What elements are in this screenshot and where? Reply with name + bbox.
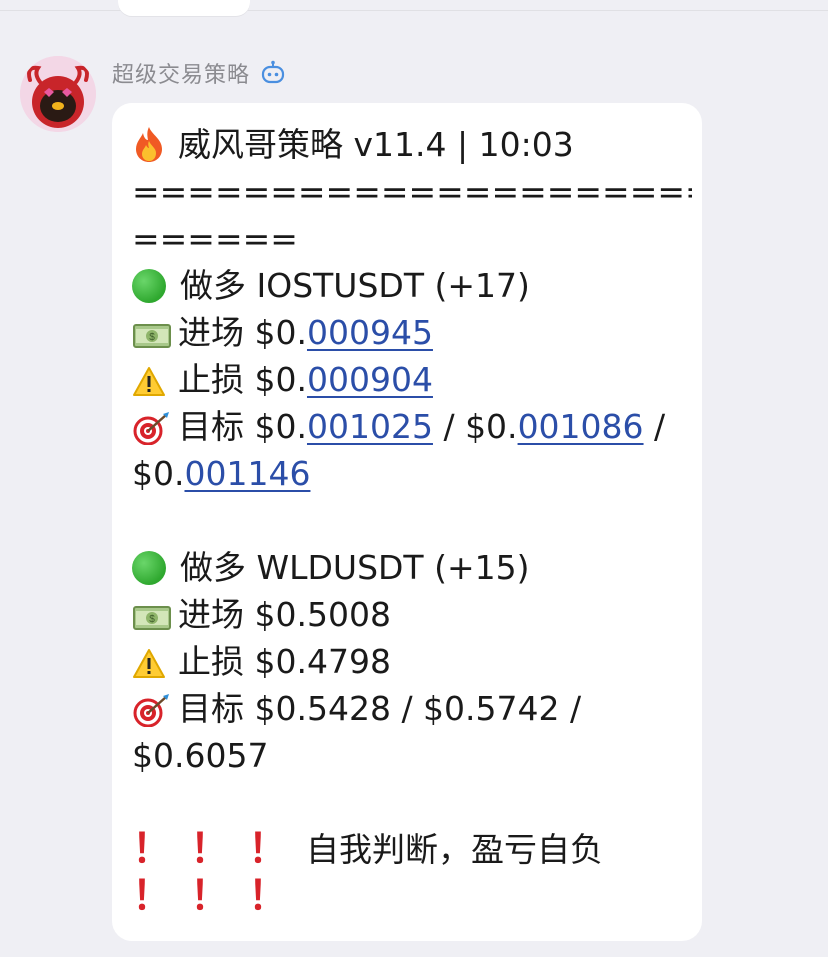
signal2-stop-text: 止损 $0.4798 [178,642,391,681]
green-circle-icon [132,268,166,303]
message-title-line: 威风哥策略 v11.4 | 10:03 [132,121,692,168]
signal1-target-cont: $0. 001146 [132,450,692,497]
disclaimer-line: ！ ！ ！ 自我判断，盈亏自负 [132,826,692,873]
signal1-target-label: 目标 $0. [178,407,307,446]
warning-icon [132,645,172,679]
fire-icon [132,126,172,162]
signal1-target3-link[interactable]: 001146 [184,450,310,497]
avatar[interactable] [20,56,96,132]
signal2-target-cont: $0.6057 [132,732,692,779]
disclaimer-text: 自我判断，盈亏自负 [306,830,603,869]
bot-icon [260,60,286,86]
target-icon [132,692,172,727]
signal1-header-text: 做多 IOSTUSDT (+17) [180,266,530,305]
signal1-target-sep1: / $0. [432,407,518,446]
signal1-stop: 止损 $0. 000904 [132,356,692,403]
signal1-target2-link[interactable]: 001086 [518,403,644,450]
sender-name[interactable]: 超级交易策略 [112,57,250,89]
red-exclamation-icon: ！ [132,873,172,919]
red-exclamation-icon: ！ [190,826,230,872]
red-exclamation-icon: ！ [248,826,288,872]
signal1-entry-label: 进场 $0. [178,313,307,352]
signal2-target-text: 目标 $0.5428 / $0.5742 / [178,689,582,728]
signal1-entry-link[interactable]: 000945 [307,309,433,356]
strategy-title: 威风哥策略 v11.4 | 10:03 [178,125,574,164]
signal2-header-text: 做多 WLDUSDT (+15) [180,548,530,587]
exclamation-line: ！ ！ ！ [132,873,692,920]
money-banknote-icon: $ [132,598,172,632]
signal2-entry-text: 进场 $0.5008 [178,595,391,634]
signal1-header: 做多 IOSTUSDT (+17) [132,262,692,309]
signal1-target-sep2: / [643,407,666,446]
signal2-stop: 止损 $0.4798 [132,638,692,685]
signal2-entry: $ 进场 $0.5008 [132,591,692,638]
target-icon [132,410,172,445]
signal1-target1-link[interactable]: 001025 [307,403,433,450]
signal1-entry: $ 进场 $0. 000945 [132,309,692,356]
svg-text:$: $ [149,614,155,625]
red-exclamation-icon: ！ [190,873,230,919]
sender-row: 超级交易策略 [112,58,286,88]
signal1-stop-link[interactable]: 000904 [307,356,433,403]
svg-text:$: $ [149,332,155,343]
separator-line-2: ====== [132,219,298,258]
signal2-header: 做多 WLDUSDT (+15) [132,544,692,591]
signal1-target3-prefix: $0. [132,454,185,493]
separator-line-1: ============================ [132,172,692,211]
warning-icon [132,363,172,397]
signal2-target-cont-text: $0.6057 [132,736,269,775]
signal1-target: 目标 $0. 001025 / $0. 001086 / [132,403,692,450]
message-bubble[interactable]: 威风哥策略 v11.4 | 10:03 ====================… [112,103,702,941]
signal2-target: 目标 $0.5428 / $0.5742 / [132,685,692,732]
red-exclamation-icon: ！ [248,873,288,919]
red-exclamation-icon: ！ [132,826,172,872]
previous-message-bubble[interactable] [118,0,250,16]
signal1-stop-label: 止损 $0. [178,360,307,399]
green-circle-icon [132,550,166,585]
message-content: 威风哥策略 v11.4 | 10:03 ====================… [132,121,692,920]
money-banknote-icon: $ [132,316,172,350]
